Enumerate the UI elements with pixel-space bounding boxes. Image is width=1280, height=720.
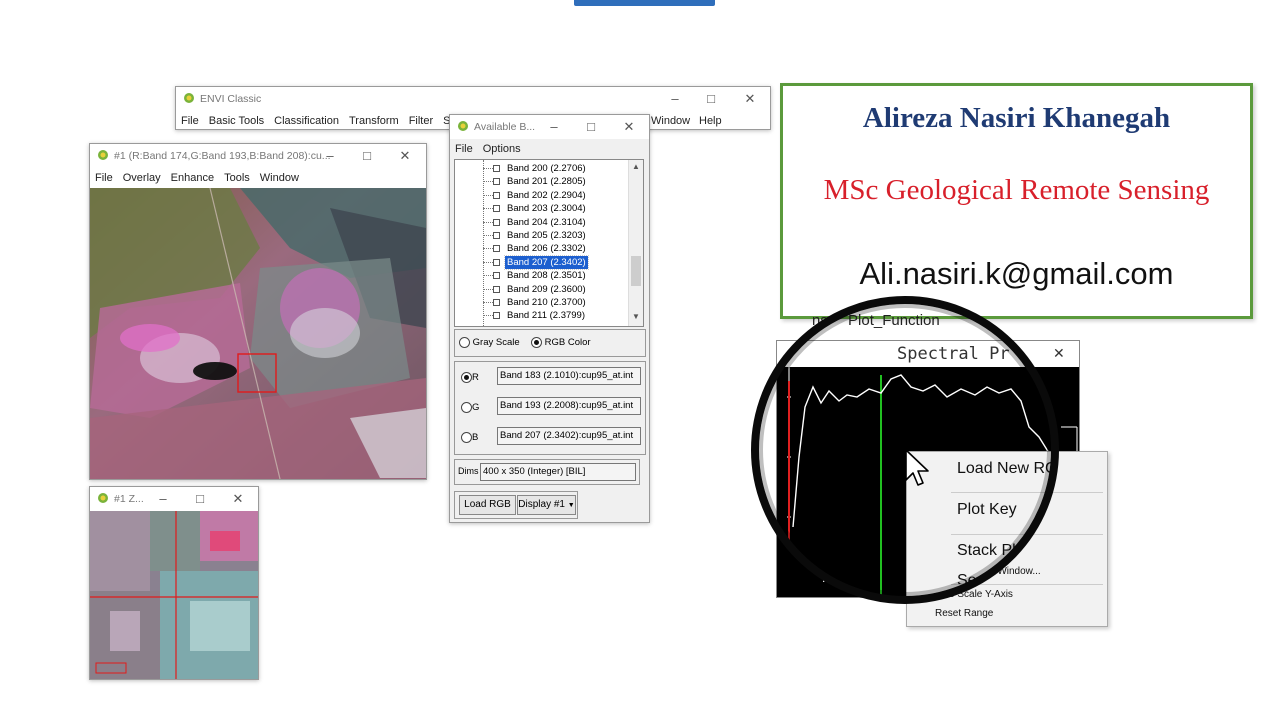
maximize-icon[interactable]: □ [354, 146, 380, 166]
close-icon[interactable]: ✕ [737, 89, 763, 109]
dims-field: 400 x 350 (Integer) [BIL] [480, 463, 636, 481]
maximize-icon[interactable]: □ [187, 489, 213, 509]
zoom-image[interactable] [90, 511, 258, 679]
display-menubar: File Overlay Enhance Tools Window [90, 168, 426, 188]
envi-logo-icon [98, 150, 108, 160]
menu-file[interactable]: File [90, 168, 118, 188]
author-card: Alireza Nasiri Khanegah MSc Geological R… [780, 83, 1253, 319]
author-email: Ali.nasiri.k@gmail.com [859, 256, 1174, 291]
display-titlebar: #1 (R:Band 174,G:Band 193,B:Band 208):cu… [90, 144, 426, 168]
close-icon[interactable]: ✕ [616, 117, 642, 137]
zoom-titlebar: #1 Z... – □ ✕ [90, 487, 258, 511]
b-band-field[interactable]: Band 207 (2.3402):cup95_at.int [497, 427, 641, 445]
bands-titlebar: Available B... – □ ✕ [450, 115, 649, 139]
rgb-color-radio[interactable] [531, 337, 542, 348]
b-channel-option[interactable]: B [461, 432, 478, 443]
menu-tools[interactable]: Tools [219, 168, 255, 188]
scroll-up-icon[interactable]: ▲ [629, 162, 643, 171]
envi-logo-icon [184, 93, 194, 103]
maximize-icon[interactable]: □ [698, 89, 724, 109]
satellite-image[interactable] [90, 188, 426, 479]
minimize-icon[interactable]: – [317, 146, 343, 166]
zoom-window: #1 Z... – □ ✕ [89, 486, 259, 680]
r-radio[interactable] [461, 372, 472, 383]
top-blue-button[interactable] [574, 0, 715, 6]
g-radio[interactable] [461, 402, 472, 413]
band-list[interactable]: Band 200 (2.2706) Band 201 (2.2805) Band… [454, 159, 644, 327]
load-rgb-button[interactable]: Load RGB [459, 495, 516, 515]
r-band-field[interactable]: Band 183 (2.1010):cup95_at.int [497, 367, 641, 385]
menu-help[interactable]: Help [694, 111, 727, 129]
g-channel-option[interactable]: G [461, 402, 479, 413]
menu-overlay[interactable]: Overlay [118, 168, 166, 188]
envi-logo-icon [458, 121, 468, 131]
menu-file[interactable]: File [450, 139, 478, 159]
bands-menubar: File Options [450, 139, 649, 159]
close-icon[interactable]: ✕ [392, 146, 418, 166]
r-channel-option[interactable]: R [461, 372, 479, 383]
menu-basic-tools[interactable]: Basic Tools [204, 111, 269, 129]
scroll-down-icon[interactable]: ▼ [629, 312, 643, 321]
envi-titlebar: ENVI Classic – □ ✕ [176, 87, 770, 111]
envi-title: ENVI Classic [200, 93, 262, 105]
dims-label: Dims [458, 466, 479, 476]
close-icon[interactable]: ✕ [225, 489, 251, 509]
envi-logo-icon [98, 493, 108, 503]
b-radio[interactable] [461, 432, 472, 443]
available-bands-window: Available B... – □ ✕ File Options Band 20… [449, 114, 650, 523]
menu-file[interactable]: File [176, 111, 204, 129]
maximize-icon[interactable]: □ [578, 117, 604, 137]
minimize-icon[interactable]: – [541, 117, 567, 137]
minimize-icon[interactable]: – [150, 489, 176, 509]
author-degree: MSc Geological Remote Sensing [823, 174, 1210, 206]
menu-enhance[interactable]: Enhance [166, 168, 219, 188]
menu-filter[interactable]: Filter [404, 111, 438, 129]
gray-scale-radio[interactable] [459, 337, 470, 348]
load-group: Load RGB Display #1 ▼ [454, 491, 578, 519]
author-name: Alireza Nasiri Khanegah [862, 102, 1171, 134]
menu-window[interactable]: Window [646, 111, 695, 129]
band-list-scrollbar[interactable]: ▲ ▼ [628, 160, 643, 326]
display-select[interactable]: Display #1 ▼ [517, 495, 576, 515]
display-title: #1 (R:Band 174,G:Band 193,B:Band 208):cu… [114, 150, 331, 162]
rgb-channels-group: R Band 183 (2.1010):cup95_at.int G Band … [454, 361, 646, 455]
menu-options[interactable]: Options [478, 139, 526, 159]
gray-scale-option[interactable]: Gray Scale [459, 337, 520, 348]
g-band-field[interactable]: Band 193 (2.2008):cup95_at.int [497, 397, 641, 415]
rgb-color-option[interactable]: RGB Color [531, 337, 591, 348]
dims-group: Dims 400 x 350 (Integer) [BIL] [454, 459, 640, 485]
menu-window[interactable]: Window [255, 168, 304, 188]
display-window: #1 (R:Band 174,G:Band 193,B:Band 208):cu… [89, 143, 427, 480]
menu-classification[interactable]: Classification [269, 111, 344, 129]
bands-title: Available B... [474, 121, 536, 133]
color-mode-group: Gray Scale RGB Color [454, 329, 646, 357]
mouse-cursor-icon [905, 449, 929, 486]
dropdown-arrow-icon: ▼ [567, 502, 575, 509]
minimize-icon[interactable]: – [662, 89, 688, 109]
zoom-title: #1 Z... [114, 493, 144, 505]
scroll-thumb[interactable] [631, 256, 641, 286]
menu-transform[interactable]: Transform [344, 111, 404, 129]
